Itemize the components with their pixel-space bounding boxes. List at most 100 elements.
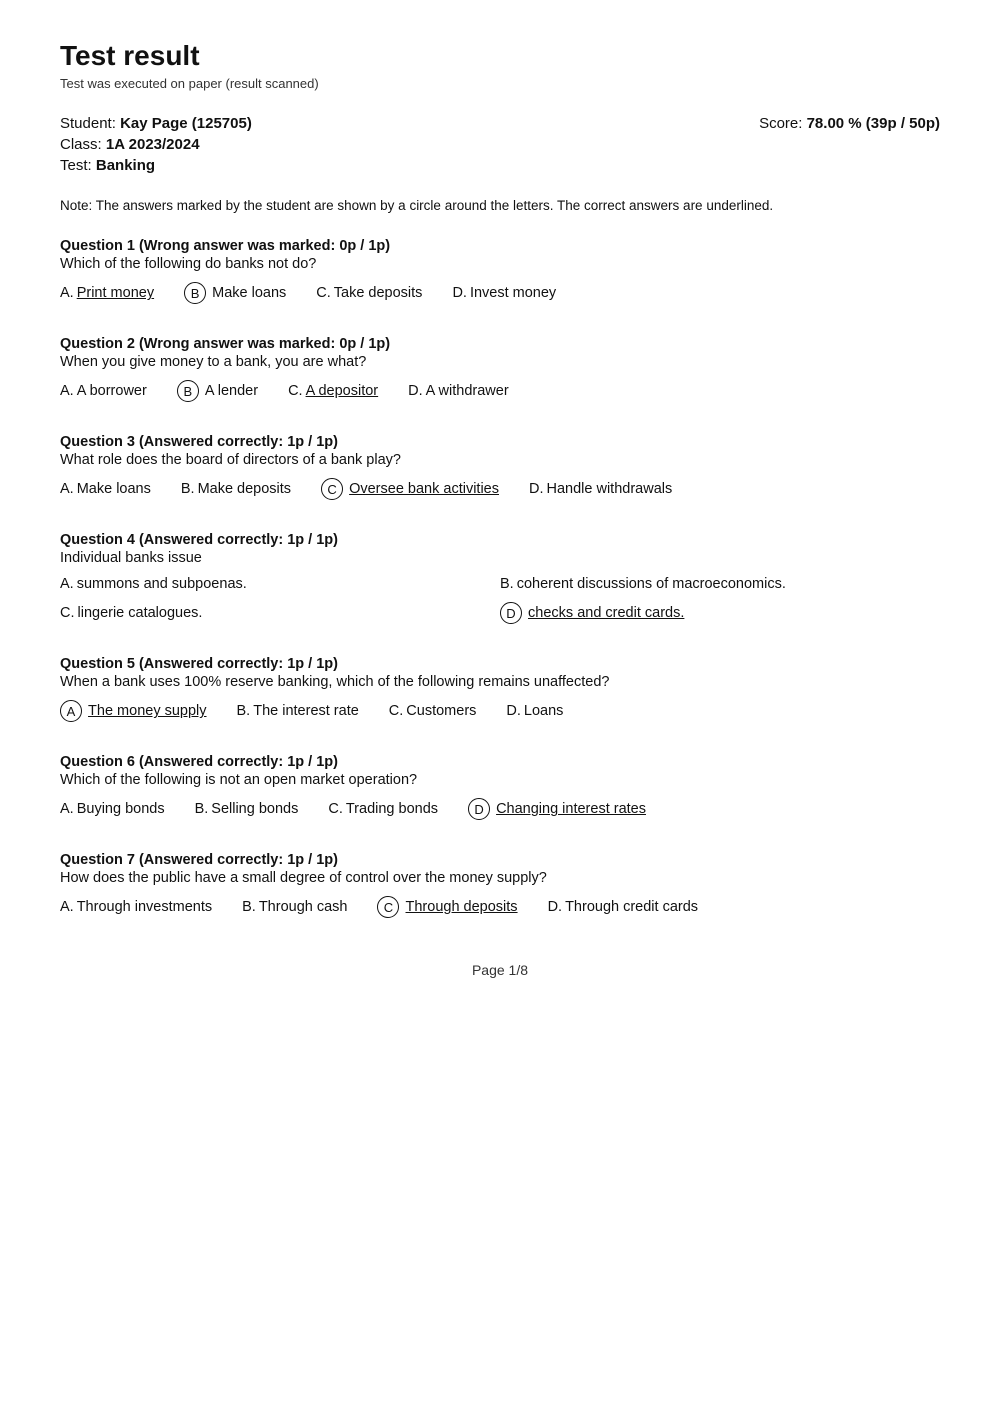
answer-letter: A. [60, 285, 74, 301]
answers-row-1: A. Print money B Make loans C. Take deposi… [60, 282, 940, 308]
answer-item: D. Invest money [452, 285, 556, 301]
test-value: Banking [96, 157, 155, 174]
answer-letter: A. [60, 899, 74, 915]
answer-item: A. Buying bonds [60, 801, 165, 817]
score-label: Score: [759, 115, 802, 132]
question-header-6: Question 6 (Answered correctly: 1p / 1p) [60, 754, 940, 770]
answer-text: Trading bonds [346, 801, 438, 817]
answer-text: Through deposits [406, 899, 518, 915]
answers-grid-4: A. summons and subpoenas. B. coherent dis… [60, 576, 940, 628]
answer-text: Print money [77, 285, 154, 301]
answer-item: B A lender [177, 380, 258, 402]
answer-item: A. Make loans [60, 481, 151, 497]
answer-letter: D. [506, 703, 521, 719]
answer-item: C Oversee bank activities [321, 478, 499, 500]
circled-letter: D [468, 798, 490, 820]
answer-letter: A. [60, 481, 74, 497]
answer-letter: B. [181, 481, 195, 497]
answer-text: Changing interest rates [496, 801, 646, 817]
meta-left: Student: Kay Page (125705) Class: 1A 202… [60, 115, 252, 178]
answer-item: B. coherent discussions of macroeconomic… [500, 576, 910, 592]
answer-item: D Changing interest rates [468, 798, 646, 820]
answer-text: Oversee bank activities [349, 481, 499, 497]
page-subtitle: Test was executed on paper (result scann… [60, 76, 940, 91]
answer-item: C. Trading bonds [328, 801, 438, 817]
answer-item: C. Take deposits [316, 285, 422, 301]
answer-text: coherent discussions of macroeconomics. [517, 576, 786, 592]
answer-item: B Make loans [184, 282, 286, 304]
answer-letter: D. [548, 899, 563, 915]
answer-text: Loans [524, 703, 564, 719]
answer-text: Make loans [77, 481, 151, 497]
answer-text: Customers [406, 703, 476, 719]
answers-row-7: A. Through investments B. Through cash C T… [60, 896, 940, 922]
answer-text: Take deposits [334, 285, 423, 301]
answer-letter: A. [60, 801, 74, 817]
question-text-6: Which of the following is not an open ma… [60, 772, 940, 788]
answer-text: The money supply [88, 703, 206, 719]
answer-item: A. Through investments [60, 899, 212, 915]
answer-letter: C. [288, 383, 303, 399]
answer-text: Buying bonds [77, 801, 165, 817]
answer-letter: B. [242, 899, 256, 915]
answer-letter: D. [452, 285, 467, 301]
answer-letter: C. [389, 703, 404, 719]
page-footer: Page 1/8 [60, 962, 940, 978]
answer-item: B. The interest rate [237, 703, 359, 719]
question-block-5: Question 5 (Answered correctly: 1p / 1p)… [60, 656, 940, 726]
answers-row-6: A. Buying bonds B. Selling bonds C. Tradin… [60, 798, 940, 824]
circled-letter: B [184, 282, 206, 304]
student-label: Student: [60, 115, 116, 132]
answer-letter: A. [60, 383, 74, 399]
answer-text: lingerie catalogues. [78, 605, 203, 621]
answer-text: Make deposits [198, 481, 292, 497]
student-name: Kay Page (125705) [120, 115, 252, 132]
circled-letter: B [177, 380, 199, 402]
answer-item: A. Print money [60, 285, 154, 301]
question-block-1: Question 1 (Wrong answer was marked: 0p … [60, 238, 940, 308]
answer-item: A. A borrower [60, 383, 147, 399]
answer-item: B. Make deposits [181, 481, 291, 497]
answer-text: Through credit cards [565, 899, 698, 915]
page-title: Test result [60, 40, 940, 72]
question-text-7: How does the public have a small degree … [60, 870, 940, 886]
answer-item: D. Through credit cards [548, 899, 698, 915]
score-value: 78.00 % (39p / 50p) [807, 115, 940, 132]
answer-text: A borrower [77, 383, 147, 399]
question-block-6: Question 6 (Answered correctly: 1p / 1p)… [60, 754, 940, 824]
answer-item: D checks and credit cards. [500, 602, 910, 624]
test-label: Test: [60, 157, 92, 174]
answer-letter: C. [328, 801, 343, 817]
question-text-5: When a bank uses 100% reserve banking, w… [60, 674, 940, 690]
answer-letter: D. [529, 481, 544, 497]
answer-letter: A. [60, 576, 74, 592]
answer-item: A. summons and subpoenas. [60, 576, 470, 592]
question-text-3: What role does the board of directors of… [60, 452, 940, 468]
answers-row-3: A. Make loans B. Make deposits C Oversee b… [60, 478, 940, 504]
question-text-2: When you give money to a bank, you are w… [60, 354, 940, 370]
question-header-2: Question 2 (Wrong answer was marked: 0p … [60, 336, 940, 352]
answer-item: C. Customers [389, 703, 477, 719]
answer-item: C. lingerie catalogues. [60, 602, 470, 624]
answer-text: Through cash [259, 899, 348, 915]
question-header-1: Question 1 (Wrong answer was marked: 0p … [60, 238, 940, 254]
answer-item: B. Through cash [242, 899, 347, 915]
class-value: 1A 2023/2024 [106, 136, 200, 153]
question-header-3: Question 3 (Answered correctly: 1p / 1p) [60, 434, 940, 450]
answer-item: D. A withdrawer [408, 383, 509, 399]
instructions-note: Note: The answers marked by the student … [60, 196, 940, 216]
answer-item: C. A depositor [288, 383, 378, 399]
answer-item: B. Selling bonds [195, 801, 299, 817]
meta-right: Score: 78.00 % (39p / 50p) [759, 115, 940, 178]
answer-item: D. Loans [506, 703, 563, 719]
answer-letter: B. [237, 703, 251, 719]
answer-text: summons and subpoenas. [77, 576, 247, 592]
answer-letter: B. [500, 576, 514, 592]
question-block-7: Question 7 (Answered correctly: 1p / 1p)… [60, 852, 940, 922]
question-block-2: Question 2 (Wrong answer was marked: 0p … [60, 336, 940, 406]
question-header-5: Question 5 (Answered correctly: 1p / 1p) [60, 656, 940, 672]
answers-row-5: A The money supplyB. The interest rateC.… [60, 700, 940, 726]
answer-item: C Through deposits [377, 896, 517, 918]
answer-text: Invest money [470, 285, 556, 301]
question-block-3: Question 3 (Answered correctly: 1p / 1p)… [60, 434, 940, 504]
